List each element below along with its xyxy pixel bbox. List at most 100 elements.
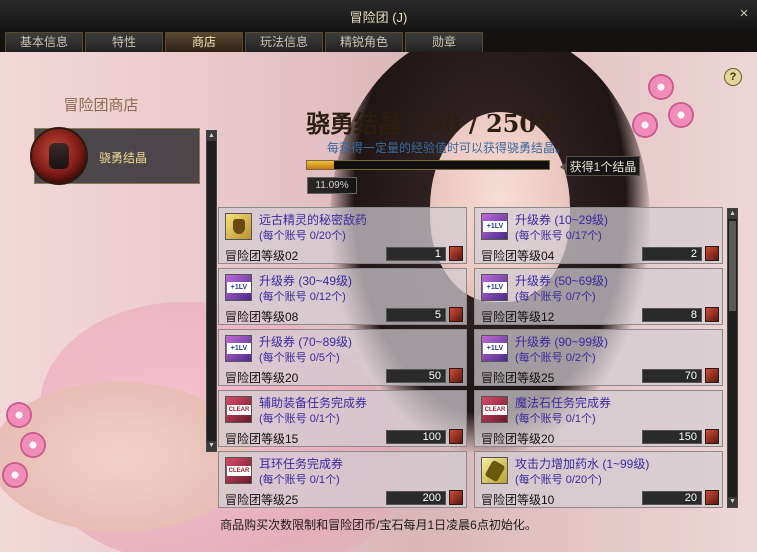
scroll-down-arrow-icon[interactable]: ▼ [207, 441, 216, 451]
item-limit: (每个账号 0/1个) [259, 474, 340, 486]
item-name: 远古精灵的秘密敌药 [259, 213, 368, 227]
tab-gameplay-info[interactable]: 玩法信息 [245, 32, 323, 52]
crystal-currency-icon [449, 368, 463, 383]
shop-item-card[interactable]: 升级券 (10~29级) (每个账号 0/17个) 冒险团等级04 2 [474, 207, 723, 264]
item-name: 升级券 (10~29级) [515, 213, 609, 227]
crystal-currency-icon [449, 490, 463, 505]
clear-ticket-icon [481, 396, 508, 423]
potion-icon [225, 213, 252, 240]
item-limit: (每个账号 0/7个) [515, 291, 596, 303]
currency-current: 250 [410, 109, 461, 138]
crystal-currency-icon [705, 307, 719, 322]
item-list-scrollbar[interactable]: ▲ ▼ [727, 208, 738, 508]
item-name: 攻击力增加药水 (1~99级) [515, 457, 650, 471]
item-price: 2 [642, 247, 702, 261]
tab-shop[interactable]: 商店 [165, 32, 243, 52]
crystal-currency-icon [705, 246, 719, 261]
currency-unit: 个 [536, 109, 561, 138]
currency-separator: / [468, 109, 478, 138]
potion-icon [481, 457, 508, 484]
item-required-level: 冒险团等级02 [225, 249, 299, 263]
progress-percent-label: 11.09% [307, 177, 357, 194]
item-price: 70 [642, 369, 702, 383]
item-name: 耳环任务完成券 [259, 457, 344, 471]
shop-item-card[interactable]: 升级券 (90~99级) (每个账号 0/2个) 冒险团等级25 70 [474, 329, 723, 386]
item-price: 20 [642, 491, 702, 505]
shop-title: 冒险团商店 [63, 97, 139, 114]
item-price: 150 [642, 430, 702, 444]
scrollbar-thumb[interactable] [729, 221, 736, 311]
item-limit: (每个账号 0/20个) [259, 230, 346, 242]
item-limit: (每个账号 0/17个) [515, 230, 602, 242]
currency-max: 250 [485, 109, 537, 138]
tab-elite-characters[interactable]: 精锐角色 [325, 32, 403, 52]
tab-medals[interactable]: 勋章 [405, 32, 483, 52]
item-required-level: 冒险团等级20 [225, 371, 299, 385]
clear-ticket-icon [225, 457, 252, 484]
item-name: 辅助装备任务完成券 [259, 396, 368, 410]
item-required-level: 冒险团等级04 [481, 249, 555, 263]
level-up-ticket-icon [481, 335, 508, 362]
scroll-up-arrow-icon[interactable]: ▲ [207, 131, 216, 141]
shop-item-card[interactable]: 魔法石任务完成券 (每个账号 0/1个) 冒险团等级20 150 [474, 390, 723, 447]
category-scrollbar[interactable]: ▲ ▼ [206, 130, 217, 452]
item-name: 升级券 (30~49级) [259, 274, 353, 288]
item-name: 升级券 (50~69级) [515, 274, 609, 288]
crystal-progress-bar [306, 160, 550, 170]
tab-bar: 基本信息 特性 商店 玩法信息 精锐角色 勋章 [0, 30, 757, 52]
level-up-ticket-icon [481, 274, 508, 301]
item-required-level: 冒险团等级12 [481, 310, 555, 324]
level-up-ticket-icon [225, 335, 252, 362]
item-price: 5 [386, 308, 446, 322]
close-icon[interactable]: × [735, 5, 753, 23]
help-icon[interactable]: ? [724, 68, 742, 86]
scroll-down-arrow-icon[interactable]: ▼ [728, 497, 737, 507]
crystal-currency-icon [449, 307, 463, 322]
item-name: 升级券 (70~89级) [259, 335, 353, 349]
reward-badge: 获得1个结晶 [560, 156, 640, 176]
item-required-level: 冒险团等级25 [481, 371, 555, 385]
item-price: 100 [386, 430, 446, 444]
item-limit: (每个账号 0/1个) [515, 413, 596, 425]
shop-item-grid: 远古精灵的秘密敌药 (每个账号 0/20个) 冒险团等级02 1 升级券 (10… [218, 207, 723, 508]
item-price: 1 [386, 247, 446, 261]
shop-item-card[interactable]: 辅助装备任务完成券 (每个账号 0/1个) 冒险团等级15 100 [218, 390, 467, 447]
fist-emblem-icon [30, 127, 88, 185]
crystal-currency-icon [449, 429, 463, 444]
scroll-up-arrow-icon[interactable]: ▲ [728, 209, 737, 219]
item-required-level: 冒险团等级20 [481, 432, 555, 446]
currency-name: 骁勇结晶 [306, 109, 402, 138]
title-bar: 冒险团 (J) × [0, 0, 757, 31]
item-limit: (每个账号 0/5个) [259, 352, 340, 364]
shop-item-card[interactable]: 升级券 (50~69级) (每个账号 0/7个) 冒险团等级12 8 [474, 268, 723, 325]
crystal-currency-icon [705, 368, 719, 383]
item-limit: (每个账号 0/1个) [259, 413, 340, 425]
tab-traits[interactable]: 特性 [85, 32, 163, 52]
window-title: 冒险团 (J) [349, 10, 408, 25]
shop-item-card[interactable]: 攻击力增加药水 (1~99级) (每个账号 0/20个) 冒险团等级10 20 [474, 451, 723, 508]
tab-basic-info[interactable]: 基本信息 [5, 32, 83, 52]
crystal-currency-icon [705, 490, 719, 505]
shop-item-card[interactable]: 升级券 (70~89级) (每个账号 0/5个) 冒险团等级20 50 [218, 329, 467, 386]
category-label: 骁勇结晶 [99, 151, 148, 165]
item-required-level: 冒险团等级15 [225, 432, 299, 446]
item-name: 升级券 (90~99级) [515, 335, 609, 349]
item-required-level: 冒险团等级08 [225, 310, 299, 324]
level-up-ticket-icon [225, 274, 252, 301]
item-required-level: 冒险团等级25 [225, 493, 299, 507]
item-price: 8 [642, 308, 702, 322]
category-valor-crystal[interactable]: 骁勇结晶 [30, 127, 200, 185]
currency-hint: 每获得一定量的经验值时可以获得骁勇结晶。 [327, 141, 568, 155]
shop-item-card[interactable]: 升级券 (30~49级) (每个账号 0/12个) 冒险团等级08 5 [218, 268, 467, 325]
shop-item-card[interactable]: 耳环任务完成券 (每个账号 0/1个) 冒险团等级25 200 [218, 451, 467, 508]
item-limit: (每个账号 0/2个) [515, 352, 596, 364]
adventure-team-window: 冒险团 (J) × 基本信息 特性 商店 玩法信息 精锐角色 勋章 ? 冒险团商… [0, 0, 757, 552]
currency-counter: 骁勇结晶 250 / 250个 [306, 104, 566, 139]
shop-item-card[interactable]: 远古精灵的秘密敌药 (每个账号 0/20个) 冒险团等级02 1 [218, 207, 467, 264]
footer-notice: 商品购买次数限制和冒险团币/宝石每月1日凌晨6点初始化。 [220, 518, 537, 532]
level-up-ticket-icon [481, 213, 508, 240]
crystal-currency-icon [449, 246, 463, 261]
item-name: 魔法石任务完成券 [515, 396, 612, 410]
crystal-progress-fill [307, 161, 334, 169]
item-limit: (每个账号 0/20个) [515, 474, 602, 486]
